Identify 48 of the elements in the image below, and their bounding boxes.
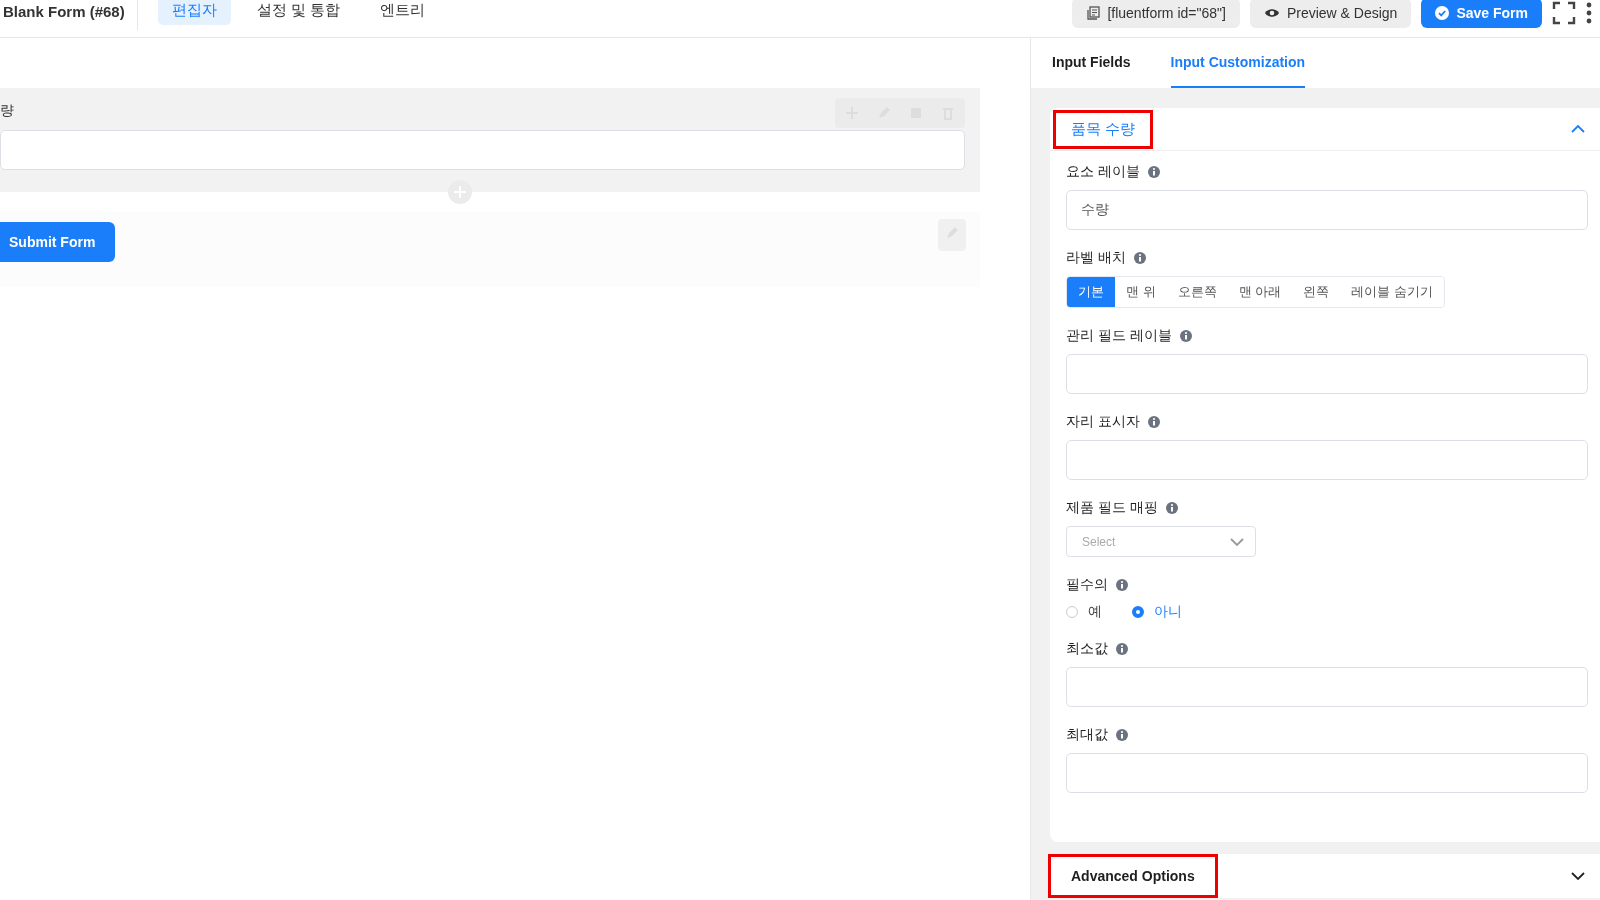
setting-label: 최소값 bbox=[1066, 640, 1108, 658]
text-field[interactable]: 수량 bbox=[1066, 190, 1588, 230]
nav-tab[interactable]: 엔트리 bbox=[366, 0, 440, 25]
setting-label: 자리 표시자 bbox=[1066, 413, 1140, 431]
panel-tab[interactable]: Input Customization bbox=[1170, 38, 1306, 88]
caret-icon[interactable] bbox=[1229, 536, 1245, 547]
text-field[interactable] bbox=[1066, 667, 1588, 707]
setting-label: 관리 필드 레이블 bbox=[1066, 327, 1172, 345]
radio-option[interactable]: 예 bbox=[1066, 603, 1102, 621]
info-icon bbox=[1116, 729, 1128, 741]
radio-icon[interactable] bbox=[1132, 606, 1144, 618]
field-label: 량 bbox=[0, 101, 14, 120]
radio-icon[interactable] bbox=[1066, 606, 1078, 618]
text-field[interactable] bbox=[1066, 354, 1588, 394]
panel-tab[interactable]: Input Fields bbox=[1052, 38, 1131, 88]
section-title[interactable]: 품목 수량 bbox=[1053, 109, 1154, 149]
info-icon bbox=[1116, 579, 1128, 591]
chevron-up-icon[interactable] bbox=[1570, 124, 1586, 134]
radio-option[interactable]: 아니 bbox=[1132, 603, 1182, 621]
text-field[interactable] bbox=[1066, 753, 1588, 793]
field-block[interactable]: 량 bbox=[0, 88, 980, 192]
advanced-options-title[interactable]: Advanced Options bbox=[1048, 854, 1218, 898]
check-circle-icon bbox=[1435, 5, 1450, 20]
setting-label: 요소 레이블 bbox=[1066, 163, 1140, 181]
more-icon[interactable] bbox=[1586, 1, 1592, 24]
setting-label: 제품 필드 매핑 bbox=[1066, 499, 1158, 517]
submit-button[interactable]: Submit Form bbox=[0, 221, 116, 262]
setting-label: 최대값 bbox=[1066, 726, 1108, 744]
setting-label: 필수의 bbox=[1066, 576, 1108, 594]
quantity-input[interactable] bbox=[0, 130, 965, 170]
info-icon bbox=[1165, 502, 1178, 514]
nav-tab[interactable]: 설정 및 통합 bbox=[242, 0, 355, 25]
nav-tab[interactable]: 편집자 bbox=[157, 0, 231, 25]
info-icon bbox=[1133, 252, 1146, 264]
placement-option[interactable]: 기본 bbox=[1067, 277, 1115, 307]
shortcode-button[interactable]: [fluentform id="68"] bbox=[1072, 0, 1240, 28]
fullscreen-icon[interactable] bbox=[1552, 0, 1576, 25]
info-icon bbox=[1116, 643, 1128, 655]
setting-label: 라벨 배치 bbox=[1066, 249, 1126, 267]
copy-icon bbox=[1086, 5, 1101, 20]
text-field[interactable] bbox=[1066, 440, 1588, 480]
info-icon bbox=[1147, 416, 1160, 428]
preview-button[interactable]: Preview & Design bbox=[1249, 0, 1412, 28]
info-icon bbox=[1147, 166, 1160, 178]
chevron-down-icon[interactable] bbox=[1570, 871, 1586, 881]
info-icon bbox=[1179, 330, 1192, 342]
form-title: Blank Form (#68) bbox=[3, 0, 138, 30]
save-button[interactable]: Save Form bbox=[1421, 0, 1542, 28]
